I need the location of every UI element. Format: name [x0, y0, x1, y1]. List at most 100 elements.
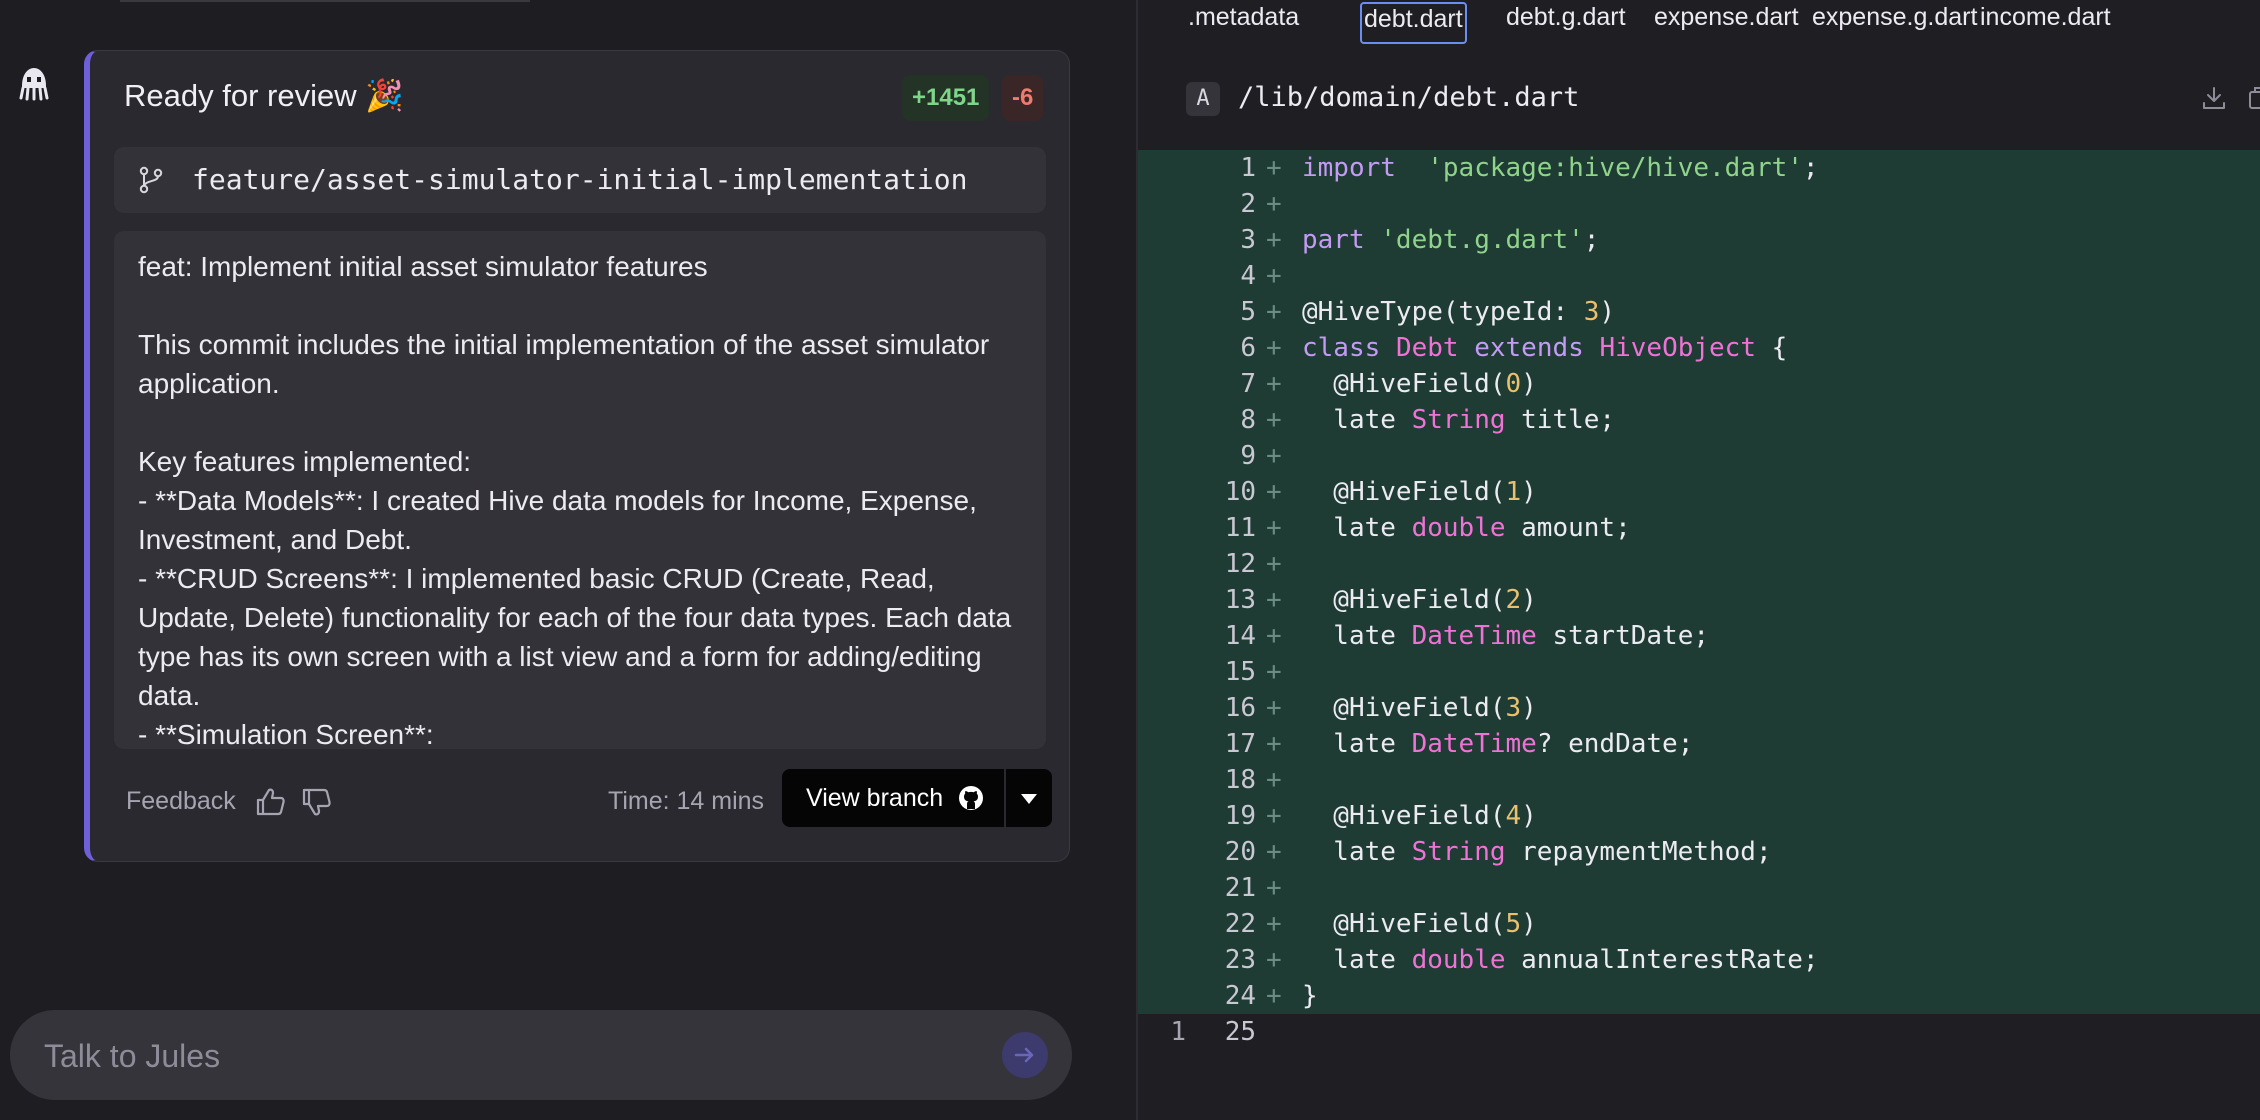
code-token: @HiveField( — [1302, 585, 1506, 615]
deletions-badge: -6 — [1002, 75, 1044, 121]
added-marker: + — [1266, 693, 1282, 723]
added-marker: + — [1266, 873, 1282, 903]
code-token: ; — [1583, 225, 1600, 255]
added-marker: + — [1266, 765, 1282, 795]
code-token: annualInterestRate; — [1505, 945, 1819, 975]
code-token: ) — [1521, 801, 1537, 831]
code-token: { — [1756, 333, 1788, 363]
code-line: 17 + late DateTime? endDate; — [1138, 726, 2260, 762]
jules-logo-icon[interactable] — [14, 64, 54, 104]
code-text: @HiveType(typeId: 3) — [1302, 294, 1615, 330]
branch-name: feature/asset-simulator-initial-implemen… — [192, 163, 968, 196]
new-line-number: 7 — [1240, 369, 1256, 399]
code-token: ; — [1802, 153, 1819, 183]
code-line: 22 + @HiveField(5) — [1138, 906, 2260, 942]
code-token: late — [1302, 945, 1412, 975]
code-text: late double annualInterestRate; — [1302, 942, 1819, 978]
new-line-number: 15 — [1224, 657, 1256, 687]
branch-menu-button[interactable] — [1006, 769, 1052, 827]
code-text: late double amount; — [1302, 510, 1631, 546]
code-token: extends — [1474, 333, 1584, 363]
arrow-right-icon — [1014, 1047, 1034, 1063]
code-line: 19 + @HiveField(4) — [1138, 798, 2260, 834]
commit-blank-line — [138, 403, 1028, 442]
send-button[interactable] — [1002, 1032, 1048, 1078]
file-tab[interactable]: expense.g.dart — [1810, 2, 1979, 44]
file-tab[interactable]: debt.dart — [1360, 2, 1467, 44]
added-marker: + — [1266, 729, 1282, 759]
diff-viewer: .metadata debt.dart debt.g.dart expense.dar… — [1138, 0, 2260, 1120]
chat-input[interactable] — [42, 1030, 946, 1082]
code-token: startDate; — [1536, 621, 1709, 651]
code-text: @HiveField(2) — [1302, 582, 1537, 618]
file-path-bar: A /lib/domain/debt.dart — [1138, 76, 2260, 126]
file-tab[interactable]: income.dart — [1978, 2, 2113, 44]
added-marker: + — [1266, 909, 1282, 939]
code-text: @HiveField(5) — [1302, 906, 1537, 942]
code-token: ) — [1599, 297, 1616, 327]
code-text: } — [1302, 978, 1318, 1014]
scroll-edge — [120, 0, 530, 2]
view-branch-button[interactable]: View branch — [782, 769, 1004, 827]
thumbs-down-icon[interactable] — [300, 785, 334, 819]
copy-icon[interactable] — [2246, 84, 2260, 112]
code-token: amount; — [1505, 513, 1631, 543]
code-token: double — [1411, 513, 1506, 543]
code-token: part — [1302, 225, 1365, 255]
download-icon[interactable] — [2200, 84, 2228, 112]
code-token: class — [1302, 333, 1381, 363]
code-text: import 'package:hive/hive.dart'; — [1302, 150, 1819, 186]
code-token: 'package:hive/hive.dart' — [1427, 153, 1803, 183]
code-token: repaymentMethod; — [1505, 837, 1772, 867]
new-line-number: 6 — [1240, 333, 1256, 363]
added-marker: + — [1266, 441, 1282, 471]
new-line-number: 2 — [1240, 189, 1256, 219]
code-line: 12 + — [1138, 546, 2260, 582]
code-text: @HiveField(3) — [1302, 690, 1537, 726]
file-tab[interactable]: .metadata — [1186, 2, 1301, 44]
added-marker: + — [1266, 657, 1282, 687]
code-token: 'debt.g.dart' — [1380, 225, 1584, 255]
code-token: 3 — [1505, 693, 1522, 723]
new-line-number: 12 — [1224, 549, 1256, 579]
code-line: 23 + late double annualInterestRate; — [1138, 942, 2260, 978]
new-line-number: 16 — [1224, 693, 1256, 723]
new-line-number: 1 — [1240, 153, 1256, 183]
added-marker: + — [1266, 585, 1282, 615]
code-token: } — [1302, 981, 1318, 1011]
thumbs-up-icon[interactable] — [254, 785, 288, 819]
card-title: Ready for review 🎉 — [124, 78, 404, 113]
code-token: @HiveField( — [1302, 693, 1506, 723]
commit-message-box[interactable]: feat: Implement initial asset simulator … — [114, 231, 1046, 749]
added-marker: + — [1266, 369, 1282, 399]
code-token: 3 — [1583, 297, 1600, 327]
code-line: 24 +} — [1138, 978, 2260, 1014]
commit-line: - **CRUD Screens**: I implemented basic … — [138, 563, 1012, 711]
added-marker: + — [1266, 189, 1282, 219]
code-token: DateTime — [1411, 621, 1537, 651]
code-token: ) — [1521, 477, 1537, 507]
new-line-number: 8 — [1240, 405, 1256, 435]
code-diff[interactable]: 1 + import 'package:hive/hive.dart'; 2 +3 + pa… — [1138, 150, 2260, 1050]
code-line: 6 + class Debt extends HiveObject { — [1138, 330, 2260, 366]
code-text: late DateTime? endDate; — [1302, 726, 1693, 762]
added-marker: + — [1266, 801, 1282, 831]
new-line-number: 19 — [1224, 801, 1256, 831]
file-tab[interactable]: expense.dart — [1652, 2, 1801, 44]
code-token: @HiveField( — [1302, 369, 1506, 399]
code-text: @HiveField(1) — [1302, 474, 1537, 510]
commit-line: - **Simulation Screen**: — [138, 719, 434, 749]
code-line: 1 + import 'package:hive/hive.dart'; — [1138, 150, 2260, 186]
code-token: late — [1302, 729, 1412, 759]
file-tab[interactable]: debt.g.dart — [1504, 2, 1628, 44]
added-marker: + — [1266, 405, 1282, 435]
code-text: part 'debt.g.dart'; — [1302, 222, 1599, 258]
commit-line: feat: Implement initial asset simulator … — [138, 251, 708, 282]
new-line-number: 17 — [1224, 729, 1256, 759]
code-line: 14 + late DateTime startDate; — [1138, 618, 2260, 654]
code-line: 13 + @HiveField(2) — [1138, 582, 2260, 618]
added-marker: + — [1266, 945, 1282, 975]
new-line-number: 10 — [1224, 477, 1256, 507]
new-line-number: 4 — [1240, 261, 1256, 291]
